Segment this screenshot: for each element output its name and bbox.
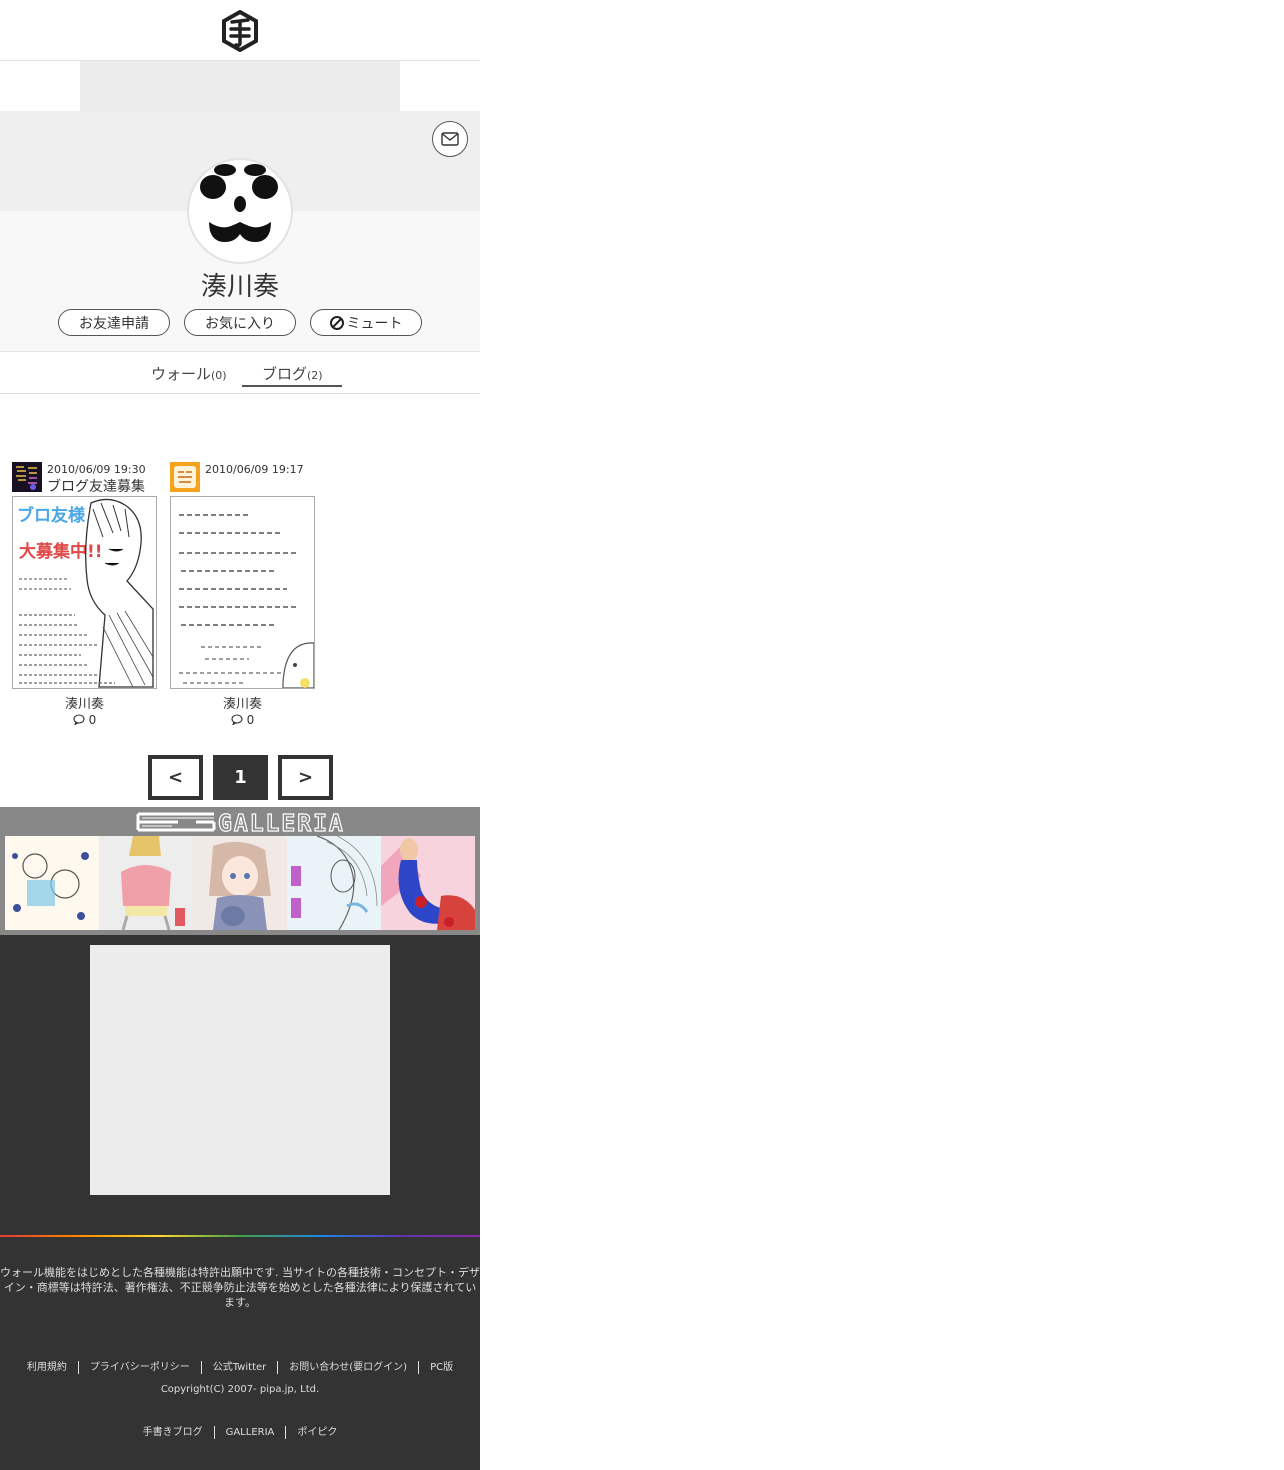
post-author[interactable]: 湊川奏 xyxy=(170,693,315,712)
friend-request-label: お友達申請 xyxy=(79,315,149,332)
top-bar xyxy=(0,0,480,61)
footer-service-links: 手書きブログ GALLERIA ポイピク xyxy=(0,1426,480,1439)
mute-icon xyxy=(329,315,344,330)
footer-link-galleria[interactable]: GALLERIA xyxy=(213,1426,286,1439)
mute-button[interactable]: ミュート xyxy=(310,309,422,336)
current-page: 1 xyxy=(213,755,268,800)
tab-blog-label: ブログ xyxy=(262,365,308,383)
message-button[interactable] xyxy=(432,121,468,157)
prev-page-button[interactable]: < xyxy=(148,755,203,800)
next-page-button[interactable]: > xyxy=(278,755,333,800)
favorite-label: お気に入り xyxy=(205,315,275,332)
comment-count-value: 0 xyxy=(246,713,255,727)
post-thumbnail[interactable] xyxy=(170,462,200,492)
tab-wall[interactable]: ウォール(0) xyxy=(151,363,227,384)
profile-tabs: ウォール(0) ブログ(2) xyxy=(0,351,480,394)
panda-face-avatar-icon xyxy=(200,164,278,242)
post-image[interactable] xyxy=(170,496,315,689)
post-thumbnail[interactable] xyxy=(12,462,42,492)
footer-link-poipiku[interactable]: ポイピク xyxy=(285,1426,348,1439)
post-comment-count: 0 xyxy=(12,713,157,727)
patent-notice: ウォール機能をはじめとした各種機能は特許出願中です. 当サイトの各種技術・コンセ… xyxy=(0,1266,480,1309)
envelope-icon xyxy=(441,132,459,146)
tab-wall-label: ウォール xyxy=(151,365,212,383)
post-title[interactable]: ブログ友達募集 xyxy=(47,476,145,496)
artwork-image xyxy=(121,836,185,930)
profile-name: 湊川奏 xyxy=(200,272,279,302)
artwork-image xyxy=(291,836,378,930)
page: 湊川奏 お友達申請 お気に入り ミュート ウォール(0) ブログ(2) 2010… xyxy=(0,0,480,1470)
galleria-artwork[interactable] xyxy=(193,836,287,930)
post-author[interactable]: 湊川奏 xyxy=(12,693,157,712)
galleria-artwork[interactable] xyxy=(99,836,193,930)
comment-bubble-icon xyxy=(73,714,85,726)
artwork-image xyxy=(209,841,271,930)
post-comment-count: 0 xyxy=(170,713,315,727)
te-hexagon-logo-icon[interactable] xyxy=(221,10,259,52)
footer-link-tegaki-blog[interactable]: 手書きブログ xyxy=(132,1426,214,1439)
galleria-artwork[interactable] xyxy=(5,836,99,930)
footer: ウォール機能をはじめとした各種機能は特許出願中です. 当サイトの各種技術・コンセ… xyxy=(0,935,480,1470)
friend-request-button[interactable]: お友達申請 xyxy=(58,309,170,336)
post-image[interactable]: ブロ友様 大募集中!! xyxy=(12,496,157,689)
footer-link-twitter[interactable]: 公式Twitter xyxy=(200,1361,278,1374)
mute-label: ミュート xyxy=(346,315,403,332)
artwork-image xyxy=(381,838,475,930)
footer-links: 利用規約 プライバシーポリシー 公式Twitter お問い合わせ(要ログイン) … xyxy=(0,1361,480,1374)
tab-wall-count: (0) xyxy=(211,369,227,382)
favorite-button[interactable]: お気に入り xyxy=(184,309,296,336)
tab-blog-count: (2) xyxy=(307,369,323,382)
galleria-section: GALLERIA xyxy=(0,807,480,935)
footer-link-contact[interactable]: お問い合わせ(要ログイン) xyxy=(277,1361,418,1374)
footer-link-pc-version[interactable]: PC版 xyxy=(418,1361,464,1374)
sketch-illustration: ブロ友様 大募集中!! xyxy=(17,498,154,688)
footer-link-terms[interactable]: 利用規約 xyxy=(16,1361,78,1374)
svg-text:大募集中!!: 大募集中!! xyxy=(19,541,103,562)
handwritten-note-illustration xyxy=(179,514,314,688)
post-date: 2010/06/09 19:30 xyxy=(47,463,146,476)
artwork-image xyxy=(12,852,89,920)
galleria-artwork[interactable] xyxy=(287,836,381,930)
rainbow-divider xyxy=(0,1235,480,1237)
copyright: Copyright(C) 2007- pipa.jp, Ltd. xyxy=(160,1384,320,1395)
svg-text:ブロ友様: ブロ友様 xyxy=(17,505,86,526)
tab-blog[interactable]: ブログ(2) xyxy=(262,363,323,384)
footer-ad-banner[interactable] xyxy=(90,945,390,1195)
galleria-artwork[interactable] xyxy=(381,836,475,930)
comment-bubble-icon xyxy=(231,714,243,726)
footer-link-privacy[interactable]: プライバシーポリシー xyxy=(77,1361,201,1374)
avatar[interactable] xyxy=(187,158,293,264)
galleria-logo[interactable]: GALLERIA xyxy=(136,811,344,833)
active-tab-indicator xyxy=(242,385,342,387)
top-ad-banner[interactable] xyxy=(80,61,400,111)
post-date: 2010/06/09 19:17 xyxy=(205,463,304,476)
comment-count-value: 0 xyxy=(88,713,97,727)
galleria-logo-text: GALLERIA xyxy=(218,811,344,833)
